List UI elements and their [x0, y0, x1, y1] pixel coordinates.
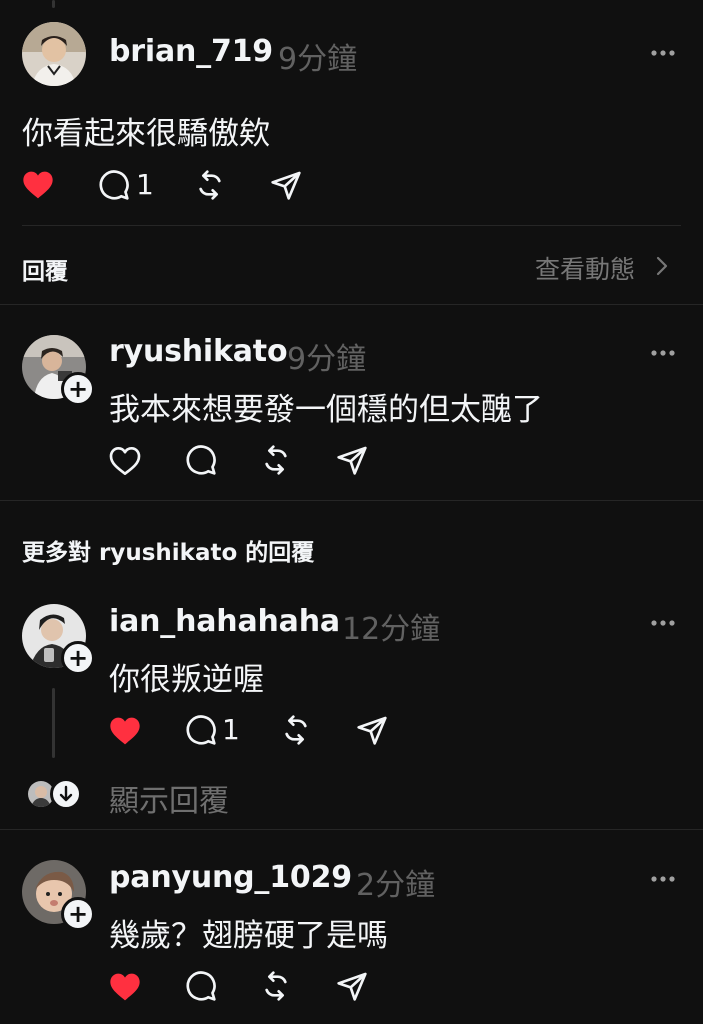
repost-icon[interactable]: [260, 970, 292, 1002]
divider: [0, 829, 703, 830]
more-icon[interactable]: [650, 875, 676, 883]
reply-text: 我本來想要發一個穩的但太醜了: [109, 392, 543, 428]
share-icon[interactable]: [356, 714, 388, 746]
show-replies-button[interactable]: 顯示回覆: [109, 776, 229, 820]
chevron-right-icon[interactable]: [655, 255, 669, 277]
repost-icon[interactable]: [280, 714, 312, 746]
view-activity-link[interactable]: 查看動態: [535, 250, 635, 286]
divider: [22, 225, 681, 226]
more-icon[interactable]: [650, 49, 676, 57]
more-replies-title: 更多對 ryushikato 的回覆: [22, 540, 315, 566]
comment-icon[interactable]: [98, 169, 130, 201]
replies-title: 回覆: [22, 259, 68, 285]
arrow-down-icon[interactable]: [50, 778, 82, 810]
follow-plus-icon[interactable]: +: [61, 641, 95, 675]
follow-plus-icon[interactable]: +: [61, 897, 95, 931]
username[interactable]: ryushikato: [109, 334, 288, 369]
follow-plus-icon[interactable]: +: [61, 372, 95, 406]
heart-icon[interactable]: [109, 446, 141, 476]
reply-text: 幾歲？翅膀硬了是嗎: [109, 918, 388, 954]
timestamp: 9分鐘: [278, 42, 358, 77]
post-text: 你看起來很驕傲欸: [22, 116, 270, 152]
comment-icon[interactable]: [185, 970, 217, 1002]
repost-icon[interactable]: [194, 169, 226, 201]
reply-count: 1: [136, 168, 154, 201]
more-icon[interactable]: [650, 349, 676, 357]
username[interactable]: brian_719: [109, 34, 273, 69]
more-icon[interactable]: [650, 619, 676, 627]
timestamp: 2分鐘: [356, 868, 436, 903]
timestamp: 9分鐘: [287, 342, 367, 377]
heart-icon[interactable]: [109, 972, 141, 1002]
divider: [0, 304, 703, 305]
threads-post-replies: brian_719 9分鐘 你看起來很驕傲欸 1 回覆 查看動態 + ryush…: [0, 0, 703, 1024]
share-icon[interactable]: [336, 444, 368, 476]
username[interactable]: panyung_1029: [109, 860, 352, 895]
divider: [0, 500, 703, 501]
timestamp: 12分鐘: [342, 612, 441, 647]
comment-icon[interactable]: [185, 714, 217, 746]
username[interactable]: ian_hahahaha: [109, 604, 340, 639]
comment-icon[interactable]: [185, 444, 217, 476]
thread-line: [52, 0, 55, 8]
share-icon[interactable]: [270, 169, 302, 201]
reply-text: 你很叛逆喔: [109, 662, 264, 698]
repost-icon[interactable]: [260, 444, 292, 476]
avatar[interactable]: [22, 22, 86, 86]
share-icon[interactable]: [336, 970, 368, 1002]
thread-line: [52, 688, 55, 758]
heart-icon[interactable]: [109, 716, 141, 746]
reply-count: 1: [222, 713, 240, 746]
heart-icon[interactable]: [22, 170, 54, 200]
